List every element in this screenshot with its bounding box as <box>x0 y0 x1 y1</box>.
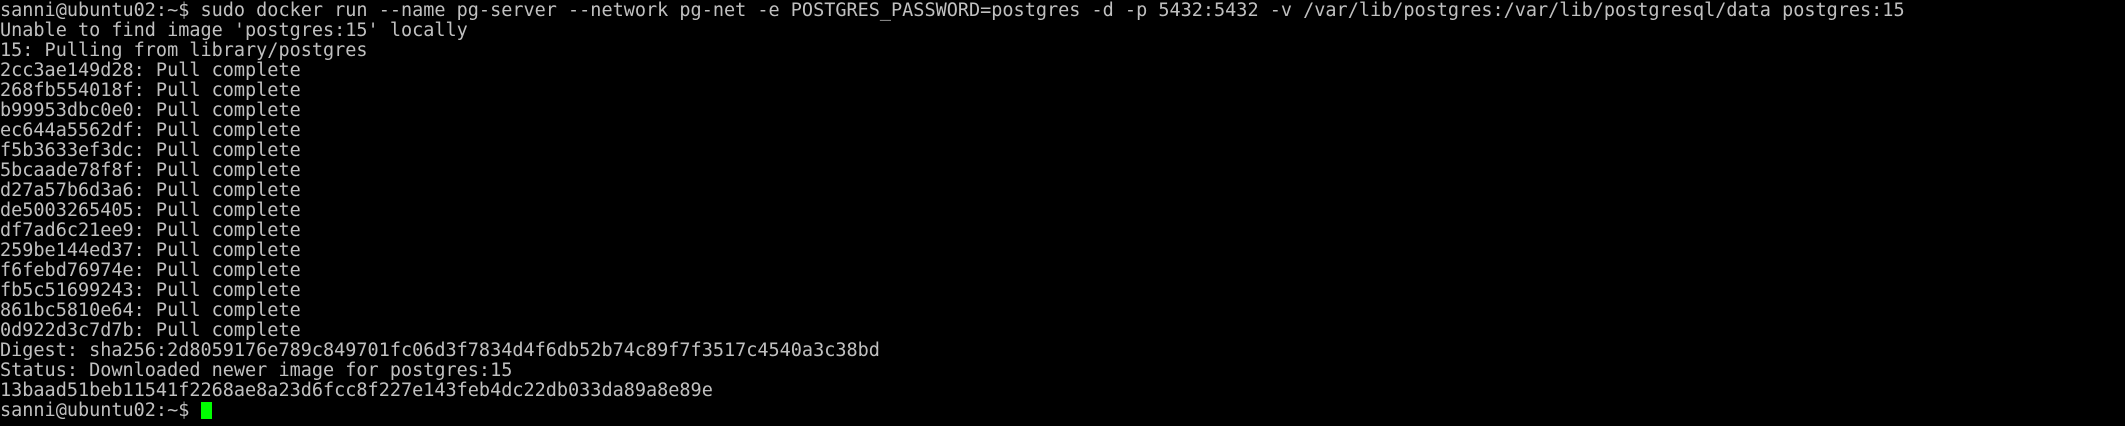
output-line: 5bcaade78f8f: Pull complete <box>0 161 301 181</box>
text-cursor <box>201 402 213 419</box>
output-line: Digest: sha256:2d8059176e789c849701fc06d… <box>0 341 880 361</box>
output-line: 15: Pulling from library/postgres <box>0 41 368 61</box>
output-line: f5b3633ef3dc: Pull complete <box>0 141 301 161</box>
output-line: 2cc3ae149d28: Pull complete <box>0 61 301 81</box>
output-line: 259be144ed37: Pull complete <box>0 241 301 261</box>
output-line: f6febd76974e: Pull complete <box>0 261 301 281</box>
output-line: d27a57b6d3a6: Pull complete <box>0 181 301 201</box>
output-line: 13baad51beb11541f2268ae8a23d6fcc8f227e14… <box>0 381 713 401</box>
output-line: fb5c51699243: Pull complete <box>0 281 301 301</box>
terminal-window[interactable]: sanni@ubuntu02:~$ sudo docker run --name… <box>0 0 2125 426</box>
output-line: Status: Downloaded newer image for postg… <box>0 361 513 381</box>
output-line: Unable to find image 'postgres:15' local… <box>0 21 468 41</box>
output-line: 268fb554018f: Pull complete <box>0 81 301 101</box>
output-line: 0d922d3c7d7b: Pull complete <box>0 321 301 341</box>
output-line: sanni@ubuntu02:~$ sudo docker run --name… <box>0 1 1905 21</box>
output-line: b99953dbc0e0: Pull complete <box>0 101 301 121</box>
output-line: 861bc5810e64: Pull complete <box>0 301 301 321</box>
prompt-line[interactable]: sanni@ubuntu02:~$ <box>0 401 2125 421</box>
shell-prompt: sanni@ubuntu02:~$ <box>0 401 201 421</box>
output-line: ec644a5562df: Pull complete <box>0 121 301 141</box>
output-line: de5003265405: Pull complete <box>0 201 301 221</box>
output-line: df7ad6c21ee9: Pull complete <box>0 221 301 241</box>
